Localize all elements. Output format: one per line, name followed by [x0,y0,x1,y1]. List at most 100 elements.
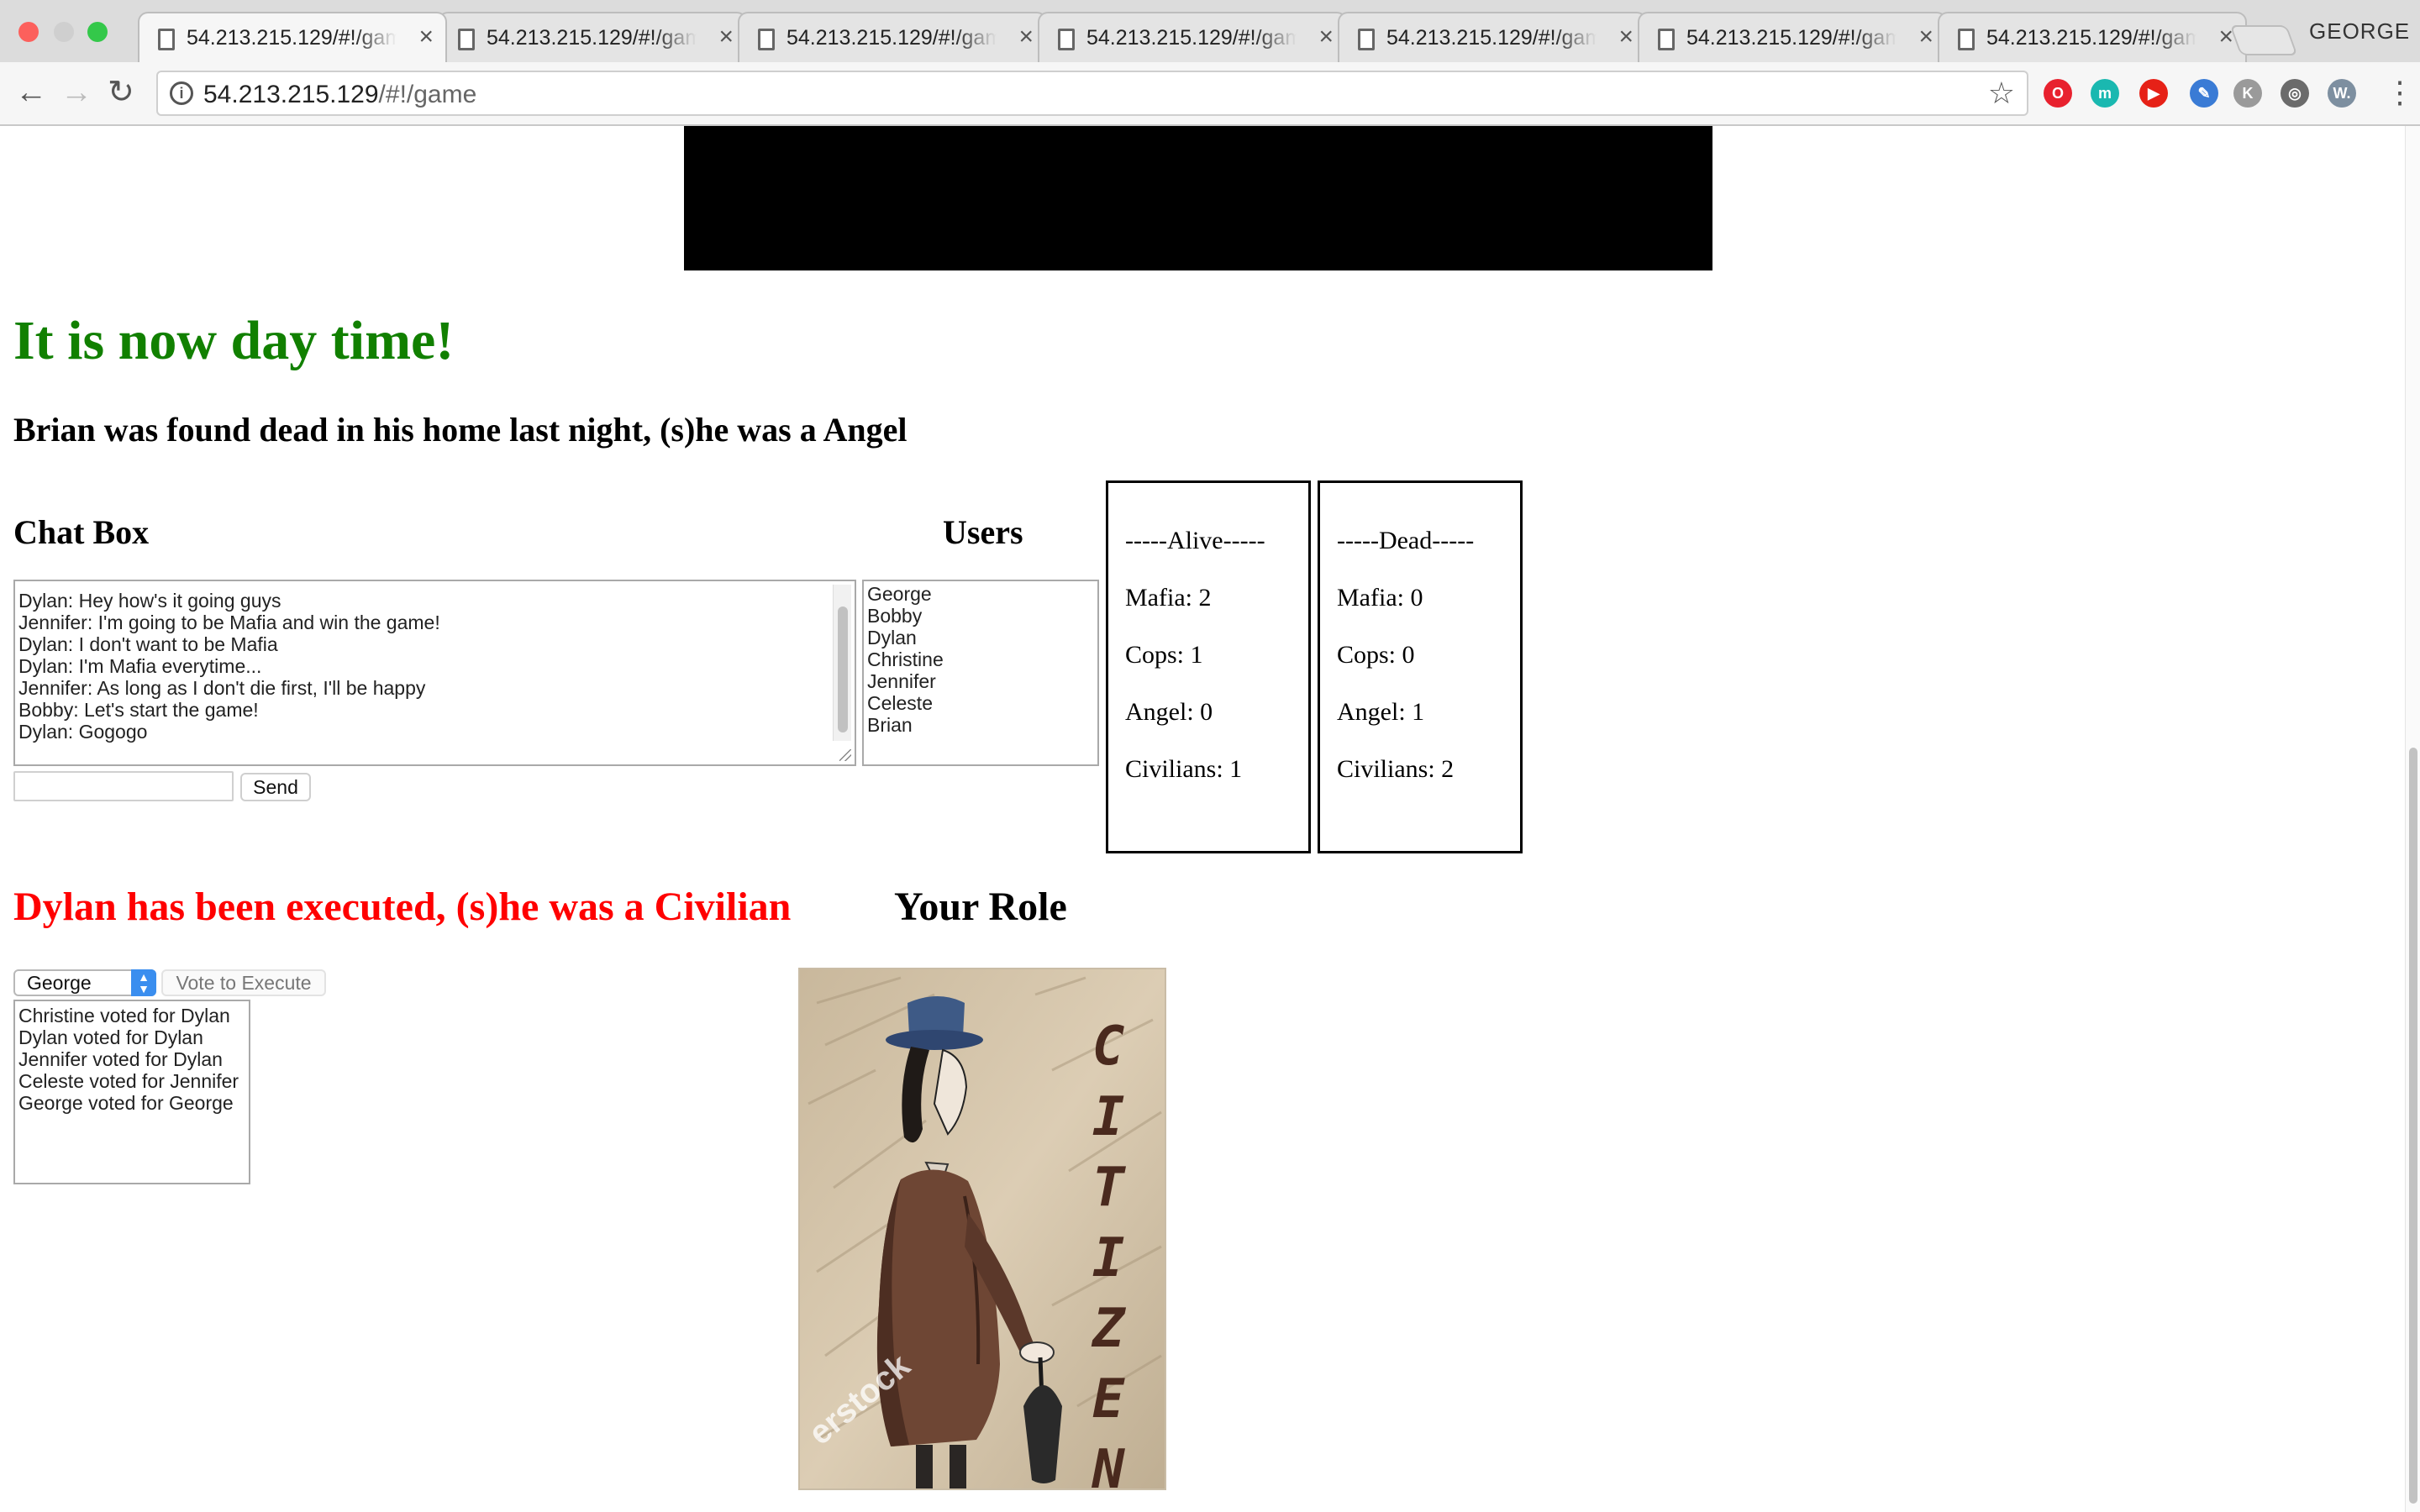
chat-scroll-thumb[interactable] [838,606,848,732]
vote-log-entry: Christine voted for Dylan [18,1005,230,1026]
address-bar[interactable]: i 54.213.215.129/#!/game ☆ [156,71,2028,116]
browser-tab[interactable]: 54.213.215.129/#!/game × [138,12,447,62]
dead-civilians: Civilians: 2 [1337,755,1455,783]
chat-input[interactable] [13,771,234,801]
chat-message: Bobby: Let's start the game! [18,699,259,721]
send-button[interactable]: Send [240,773,311,801]
eyedropper-icon[interactable]: ✎ [2190,79,2218,108]
chat-heading: Chat Box [13,513,150,551]
alive-cops: Cops: 1 [1125,641,1203,669]
browser-tab[interactable]: 54.213.215.129/#!/game × [1338,12,1647,62]
page-scrollbar[interactable] [2405,126,2420,1512]
alive-header: -----Alive----- [1125,527,1265,554]
user-list-item[interactable]: Bobby [867,605,1094,627]
close-icon[interactable]: × [1018,24,1034,50]
night-death-message: Brian was found dead in his home last ni… [13,411,908,449]
m-extension-icon[interactable]: m [2091,79,2119,108]
tab-title: 54.213.215.129/#!/game [187,26,397,50]
youtube-icon[interactable]: ▶ [2139,79,2168,108]
document-icon [758,29,775,50]
document-icon [1358,29,1375,50]
document-icon [1958,29,1975,50]
document-icon [1058,29,1075,50]
chat-partial-line [18,583,851,590]
page-content: It is now day time! Brian was found dead… [0,126,2420,1512]
chat-log[interactable]: Dylan: Hey how's it going guys Jennifer: … [13,580,856,766]
window-close-button[interactable] [18,22,39,42]
close-icon[interactable]: × [1618,24,1634,50]
browser-tab[interactable]: 54.213.215.129/#!/game × [738,12,1047,62]
user-list-item[interactable]: Dylan [867,627,1094,648]
vote-target-select[interactable]: George ▲ ▼ [13,969,156,996]
url-text[interactable]: 54.213.215.129/#!/game [203,81,476,109]
document-icon [458,29,475,50]
user-list-item[interactable]: George [867,583,1094,605]
vote-target-value: George [27,972,92,994]
close-icon[interactable]: × [1918,24,1933,50]
close-icon[interactable]: × [418,24,434,50]
chat-message: Dylan: Hey how's it going guys [18,590,281,612]
chat-message: Dylan: I don't want to be Mafia [18,633,278,655]
dead-mafia: Mafia: 0 [1337,584,1423,612]
opera-icon[interactable]: O [2044,79,2072,108]
chat-message: Jennifer: As long as I don't die first, … [18,677,426,699]
chat-message: Dylan: I'm Mafia everytime... [18,655,262,677]
role-heading: Your Role [894,885,1067,929]
tab-strip: 54.213.215.129/#!/game × 54.213.215.129/#!… [0,0,2420,62]
close-icon[interactable]: × [718,24,734,50]
resize-handle-icon[interactable] [839,749,851,761]
info-icon[interactable]: i [170,81,193,105]
chat-message: Jennifer: I'm going to be Mafia and win … [18,612,440,633]
url-path: /#!/game [378,81,477,108]
close-icon[interactable]: × [1318,24,1334,50]
document-icon [158,29,175,50]
browser-tab[interactable]: 54.213.215.129/#!/game × [1638,12,1947,62]
tab-title: 54.213.215.129/#!/game [1986,26,2196,50]
chat-message: Dylan: Gogogo [18,721,148,743]
vote-log[interactable]: Christine voted for Dylan Dylan voted for… [13,1000,250,1184]
tab-title: 54.213.215.129/#!/game [1386,26,1597,50]
k-extension-icon[interactable]: K [2233,79,2262,108]
alive-mafia: Mafia: 2 [1125,584,1212,612]
kebab-menu-icon[interactable]: ⋮ [2385,74,2415,111]
url-host: 54.213.215.129 [203,81,379,108]
page-scroll-thumb[interactable] [2409,748,2417,1504]
vote-log-entry: George voted for George [18,1092,234,1114]
users-list[interactable]: George Bobby Dylan Christine Jennifer Celeste… [862,580,1099,766]
dead-cops: Cops: 0 [1337,641,1415,669]
role-card-title: CITIZEN [1092,1016,1125,1490]
user-list-item[interactable]: Jennifer [867,670,1094,692]
arrow-left-icon[interactable]: ← [15,74,47,111]
window-zoom-button[interactable] [87,22,108,42]
browser-toolbar: ← → ↻ i 54.213.215.129/#!/game ☆ Om ▶ ✎ K ◎ W… [0,62,2420,126]
star-icon[interactable]: ☆ [1988,76,2015,111]
window-minimize-button[interactable] [54,22,74,42]
chat-scrollbar[interactable] [833,585,851,741]
profile-name[interactable]: GEORGE [2309,18,2410,45]
dead-header: -----Dead----- [1337,527,1475,554]
film-reel-icon[interactable]: ◎ [2281,79,2309,108]
new-tab-button[interactable] [2229,25,2298,55]
alive-angel: Angel: 0 [1125,698,1213,726]
reload-icon[interactable]: ↻ [108,74,134,111]
users-heading: Users [943,513,1023,551]
user-list-item[interactable]: Celeste [867,692,1094,714]
vote-log-entry: Celeste voted for Jennifer [18,1070,239,1092]
browser-tab[interactable]: 54.213.215.129/#!/game × [1938,12,2247,62]
user-list-item[interactable]: Brian [867,714,1094,736]
user-list-item[interactable]: Christine [867,648,1094,670]
dead-angel: Angel: 1 [1337,698,1425,726]
execution-message: Dylan has been executed, (s)he was a Civ… [13,885,792,929]
alive-civilians: Civilians: 1 [1125,755,1243,783]
tab-title: 54.213.215.129/#!/game [1686,26,1897,50]
browser-tab[interactable]: 54.213.215.129/#!/game × [1038,12,1347,62]
w-extension-icon[interactable]: W. [2328,79,2356,108]
tab-title: 54.213.215.129/#!/game [786,26,997,50]
browser-tab[interactable]: 54.213.215.129/#!/game × [438,12,747,62]
dead-panel: -----Dead----- Mafia: 0 Cops: 0 Angel: 1… [1318,480,1523,853]
video-player[interactable] [684,126,1712,270]
document-icon [1658,29,1675,50]
vote-log-entry: Dylan voted for Dylan [18,1026,203,1048]
vote-to-execute-button[interactable]: Vote to Execute [161,969,326,996]
arrow-right-icon[interactable]: → [60,74,92,111]
